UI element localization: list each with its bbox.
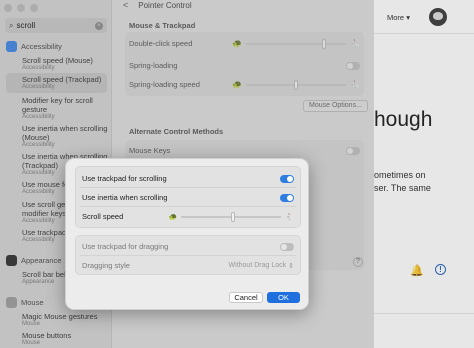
dragging-style-popup[interactable]: Without Drag Lock ⇕ [229,262,294,270]
scroll-speed-slider[interactable]: 🐢 🐇 [168,211,294,222]
row-label: Scroll speed [82,212,124,221]
trackpad-scrolling-row: Use trackpad for scrolling [82,174,294,183]
cancel-button[interactable]: Cancel [229,292,263,303]
row-label: Use inertia when scrolling [82,193,168,202]
trackpad-dragging-row: Use trackpad for dragging [82,242,294,251]
trackpad-scrolling-toggle[interactable] [280,174,294,183]
inertia-row: Use inertia when scrolling [82,193,294,202]
turtle-icon: 🐢 [168,213,178,221]
popup-value: Without Drag Lock [228,262,287,269]
trackpad-dragging-toggle[interactable] [280,242,294,251]
ok-button[interactable]: OK [267,292,300,303]
slider-track[interactable] [181,211,282,222]
inertia-toggle[interactable] [280,193,294,202]
row-label: Use trackpad for scrolling [82,174,167,183]
slider-knob[interactable] [231,211,236,222]
scroll-speed-row: Scroll speed 🐢 🐇 [82,211,294,222]
divider [80,187,296,188]
hare-icon: 🐇 [285,213,294,221]
trackpad-options-sheet: Use trackpad for scrolling Use inertia w… [65,158,309,310]
row-label: Use trackpad for dragging [82,242,169,251]
updown-chevron-icon: ⇕ [288,262,294,270]
row-label: Dragging style [82,261,130,270]
divider [80,206,296,207]
divider [80,255,296,256]
dragging-style-row: Dragging style Without Drag Lock ⇕ [82,261,294,270]
